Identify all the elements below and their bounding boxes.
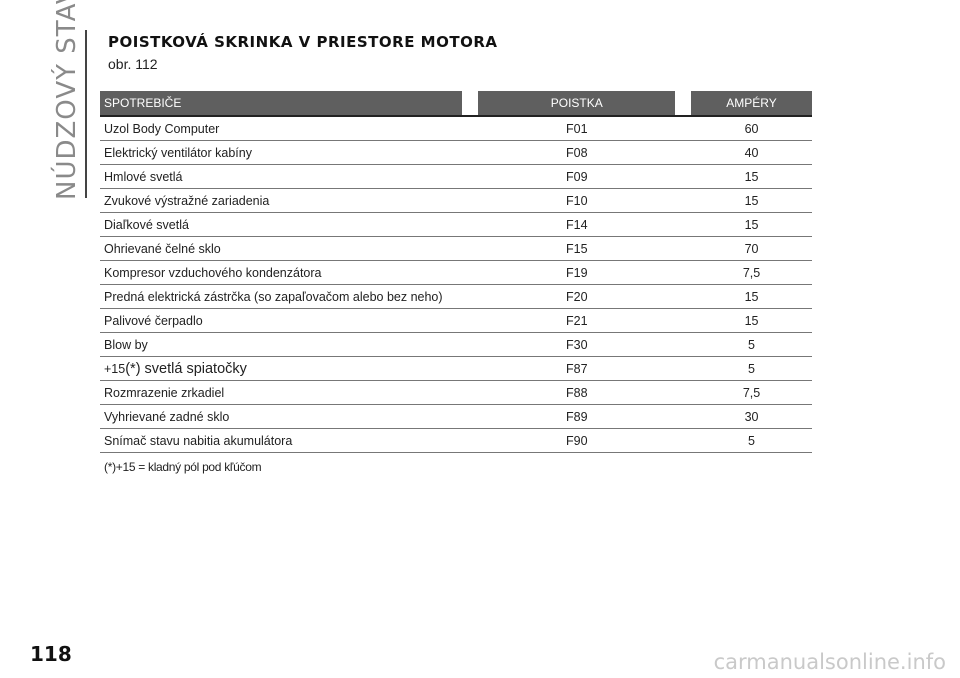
amps-cell: 15: [691, 212, 812, 237]
table-row: Hmlové svetlá F09 15: [100, 164, 812, 189]
fuse-cell: F20: [478, 284, 676, 309]
table-header-row: SPOTREBIČE POISTKA AMPÉRY: [100, 91, 812, 117]
header-fuse: POISTKA: [478, 91, 676, 117]
consumer-cell: Kompresor vzduchového kondenzátora: [100, 260, 463, 285]
header-amps: AMPÉRY: [691, 91, 812, 117]
figure-reference: obr. 112: [108, 56, 158, 72]
amps-cell: 40: [691, 140, 812, 165]
table-row: Vyhrievané zadné sklo F89 30: [100, 404, 812, 429]
amps-cell: 70: [691, 236, 812, 261]
amps-cell: 5: [691, 428, 812, 453]
consumer-cell: Snímač stavu nabitia akumulátora: [100, 428, 463, 453]
consumer-cell: Uzol Body Computer: [100, 116, 463, 141]
fuse-cell: F08: [478, 140, 676, 165]
amps-cell: 7,5: [691, 260, 812, 285]
amps-cell: 30: [691, 404, 812, 429]
amps-cell: 15: [691, 284, 812, 309]
consumer-cell: Vyhrievané zadné sklo: [100, 404, 463, 429]
amps-cell: 5: [691, 356, 812, 381]
fuse-cell: F15: [478, 236, 676, 261]
table-row: Zvukové výstražné zariadenia F10 15: [100, 188, 812, 213]
fuse-cell: F19: [478, 260, 676, 285]
chapter-divider: [85, 30, 87, 198]
fuse-cell: F01: [478, 116, 676, 141]
consumer-cell: Diaľkové svetlá: [100, 212, 463, 237]
fuse-cell: F90: [478, 428, 676, 453]
consumer-prefix: +15: [104, 361, 126, 376]
table-row: Kompresor vzduchového kondenzátora F19 7…: [100, 260, 812, 285]
header-gap: [675, 91, 692, 117]
table-row: Snímač stavu nabitia akumulátora F90 5: [100, 428, 812, 453]
consumer-cell: Blow by: [100, 332, 463, 357]
table-footnote: (*)+15 = kladný pól pod kľúčom: [104, 460, 262, 474]
table-row: Diaľkové svetlá F14 15: [100, 212, 812, 237]
amps-cell: 7,5: [691, 380, 812, 405]
consumer-cell: Hmlové svetlá: [100, 164, 463, 189]
table-row: Uzol Body Computer F01 60: [100, 116, 812, 141]
amps-cell: 15: [691, 164, 812, 189]
consumer-cell: Predná elektrická zástrčka (so zapaľovač…: [100, 284, 463, 309]
consumer-cell: Elektrický ventilátor kabíny: [100, 140, 463, 165]
amps-cell: 5: [691, 332, 812, 357]
consumer-cell: Rozmrazenie zrkadiel: [100, 380, 463, 405]
table-row: Palivové čerpadlo F21 15: [100, 308, 812, 333]
consumer-cell: Ohrievané čelné sklo: [100, 236, 463, 261]
consumer-text: (*) svetlá spiatočky: [125, 360, 247, 377]
fuse-cell: F88: [478, 380, 676, 405]
fuse-cell: F14: [478, 212, 676, 237]
table-row: Ohrievané čelné sklo F15 70: [100, 236, 812, 261]
table-row: Elektrický ventilátor kabíny F08 40: [100, 140, 812, 165]
fuse-cell: F89: [478, 404, 676, 429]
header-consumers: SPOTREBIČE: [100, 91, 463, 117]
amps-cell: 15: [691, 188, 812, 213]
amps-cell: 15: [691, 308, 812, 333]
table-row: Predná elektrická zástrčka (so zapaľovač…: [100, 284, 812, 309]
fuse-cell: F09: [478, 164, 676, 189]
chapter-title: NÚDZOVÝ STAV: [52, 0, 82, 200]
consumer-cell: Zvukové výstražné zariadenia: [100, 188, 463, 213]
fuse-table: SPOTREBIČE POISTKA AMPÉRY Uzol Body Comp…: [100, 91, 812, 453]
fuse-cell: F30: [478, 332, 676, 357]
section-title: POISTKOVÁ SKRINKA V PRIESTORE MOTORA: [108, 33, 498, 51]
page-number: 118: [30, 642, 72, 666]
fuse-cell: F10: [478, 188, 676, 213]
fuse-cell: F21: [478, 308, 676, 333]
fuse-cell: F87: [478, 356, 676, 381]
table-row: Blow by F30 5: [100, 332, 812, 357]
consumer-cell: +15(*) svetlá spiatočky: [100, 356, 463, 381]
table-row: Rozmrazenie zrkadiel F88 7,5: [100, 380, 812, 405]
table-row: +15(*) svetlá spiatočky F87 5: [100, 356, 812, 381]
amps-cell: 60: [691, 116, 812, 141]
watermark: carmanualsonline.info: [713, 650, 946, 674]
header-gap: [462, 91, 479, 117]
consumer-cell: Palivové čerpadlo: [100, 308, 463, 333]
